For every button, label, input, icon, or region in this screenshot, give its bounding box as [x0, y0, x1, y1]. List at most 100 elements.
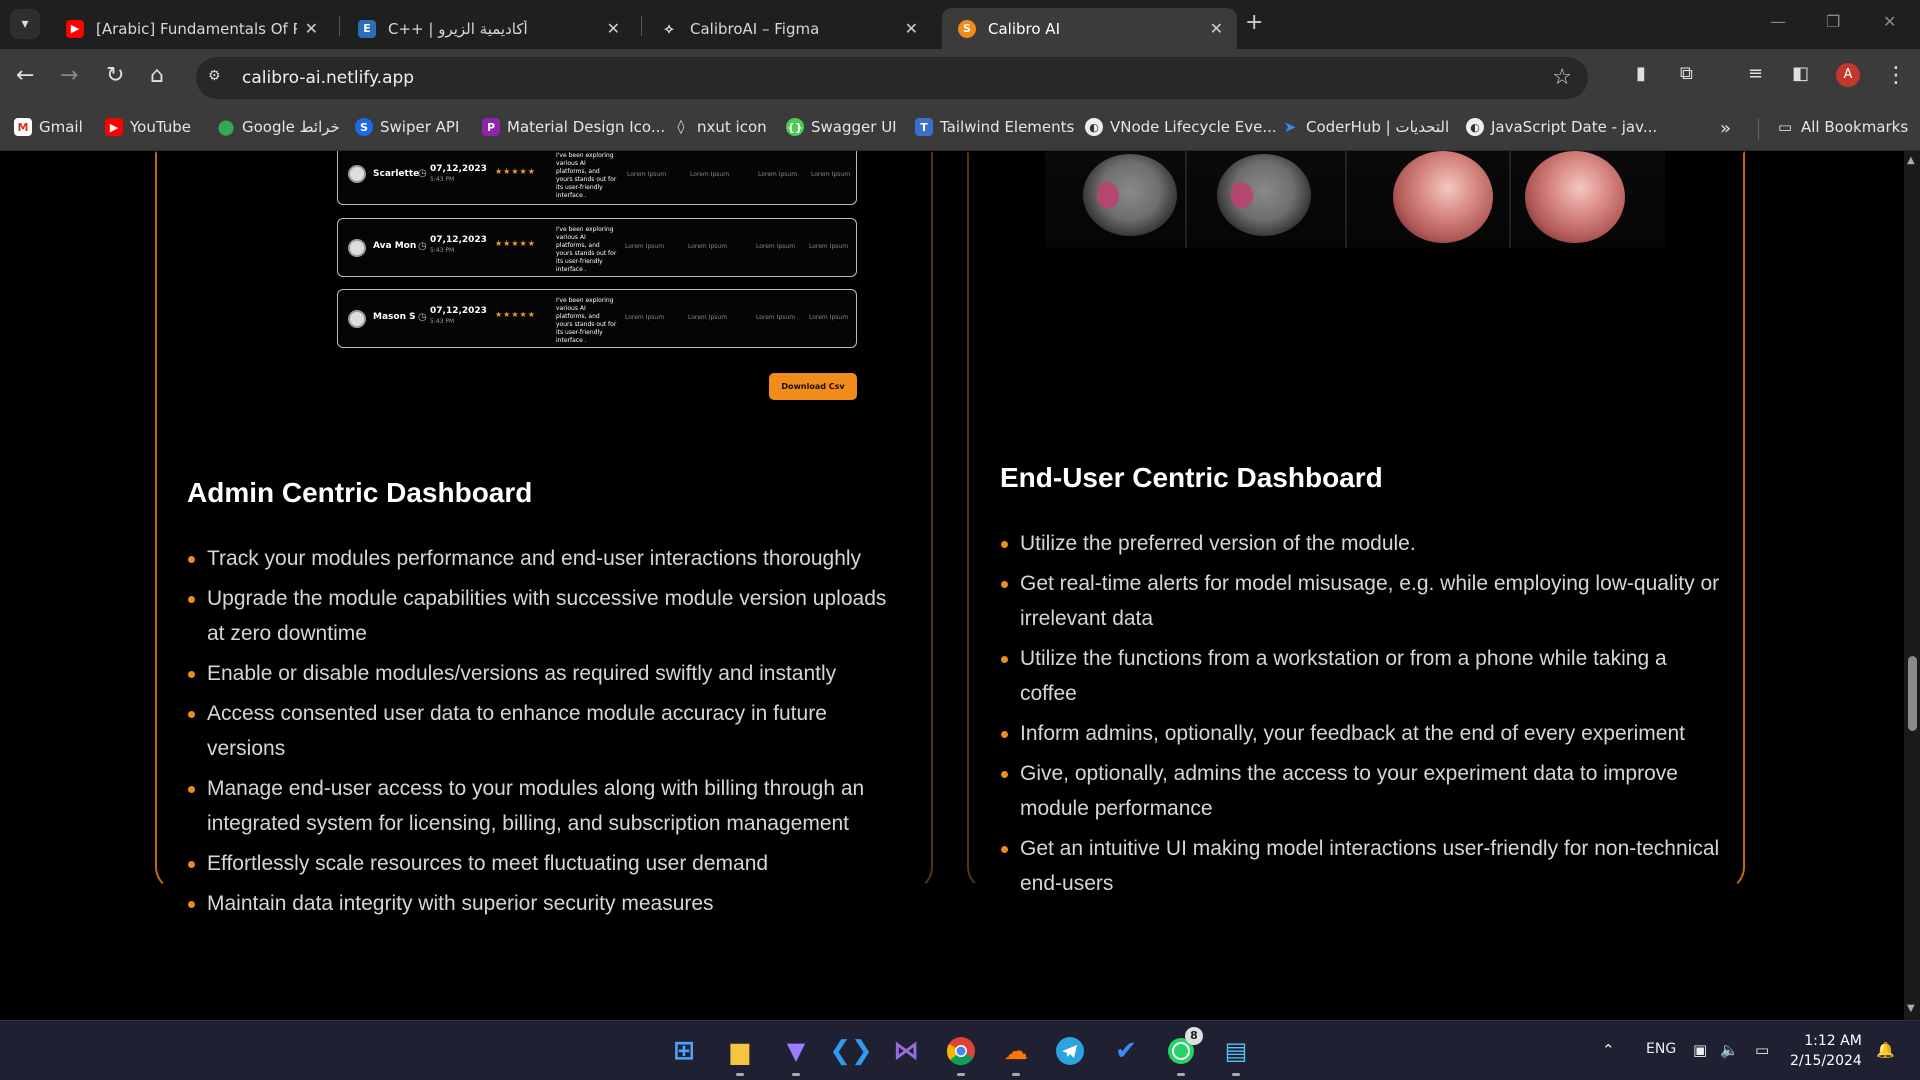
row-time: 5:43 PM: [430, 176, 455, 183]
media-control-icon[interactable]: ≡: [1748, 63, 1763, 84]
volume-icon[interactable]: 🔈: [1720, 1041, 1739, 1059]
scroll-down-arrow-icon[interactable]: ▼: [1907, 1003, 1915, 1014]
scroll-up-arrow-icon[interactable]: ▲: [1907, 155, 1915, 166]
windows-start-icon[interactable]: ⊞: [666, 1033, 702, 1069]
copy-extension-icon[interactable]: ▮: [1636, 63, 1646, 84]
language-indicator[interactable]: ENG: [1646, 1041, 1676, 1057]
file-explorer-icon[interactable]: ▆: [722, 1033, 758, 1076]
tab-cpp[interactable]: E C++ | أكاديمية الزيرو ✕: [342, 8, 634, 49]
forward-button[interactable]: →: [60, 63, 78, 88]
page-scrollbar[interactable]: ▲ ▼: [1904, 151, 1920, 1020]
scroll-thumb[interactable]: [1908, 656, 1917, 731]
todo-check-icon[interactable]: ✔: [1108, 1033, 1144, 1069]
bookmark-material-design[interactable]: P Material Design Ico...: [482, 118, 665, 136]
tab-calibro-ai[interactable]: S Calibro AI ✕: [942, 8, 1237, 49]
extensions-puzzle-icon[interactable]: ⧉: [1680, 63, 1693, 84]
close-icon[interactable]: ✕: [305, 19, 318, 38]
network-icon[interactable]: ▣: [1693, 1041, 1707, 1059]
bookmark-google-maps[interactable]: ⬤ Google خرائط: [217, 118, 340, 136]
row-cell: Lorem Ipsum: [625, 314, 665, 321]
list-item: Upgrade the module capabilities with suc…: [187, 581, 907, 651]
clock-icon: ◷: [418, 312, 427, 323]
row-time: 5:43 PM: [430, 247, 455, 254]
endoscopy-image: [1393, 151, 1493, 243]
bookmark-label: JavaScript Date - jav...: [1491, 118, 1658, 136]
coderhub-icon: ➤: [1283, 118, 1297, 136]
tab-title: [Arabic] Fundamentals Of Progr: [96, 19, 297, 38]
bookmarks-bar: M Gmail ▶ YouTube ⬤ Google خرائط S Swipe…: [0, 107, 1920, 151]
bookmark-vnode[interactable]: ◐ VNode Lifecycle Eve...: [1085, 118, 1277, 136]
row-review: I've been exploring various AI platforms…: [556, 152, 617, 199]
restore-button[interactable]: ❐: [1826, 12, 1840, 31]
list-item: Utilize the preferred version of the mod…: [1000, 526, 1720, 561]
tray-chevron-up-icon[interactable]: ⌃: [1602, 1041, 1615, 1059]
bookmark-gmail[interactable]: M Gmail: [14, 118, 83, 136]
folder-icon: ▭: [1777, 118, 1793, 136]
close-icon[interactable]: ✕: [905, 19, 918, 38]
row-cell: Lorem Ipsum: [756, 314, 796, 321]
side-panel-icon[interactable]: ◧: [1792, 63, 1809, 84]
home-button[interactable]: ⌂: [150, 63, 164, 88]
bookmark-youtube[interactable]: ▶ YouTube: [105, 118, 191, 136]
all-bookmarks-folder[interactable]: ▭ All Bookmarks: [1776, 118, 1908, 136]
bookmark-coderhub[interactable]: ➤ CoderHub | التحديات: [1281, 118, 1449, 136]
bookmark-swagger[interactable]: {} Swagger UI: [786, 118, 897, 136]
bookmark-label: CoderHub | التحديات: [1306, 118, 1450, 136]
scan-divider: [1509, 151, 1511, 248]
close-icon[interactable]: ✕: [1210, 19, 1223, 38]
bookmark-nxut[interactable]: ◊ nxut icon: [672, 118, 767, 136]
bookmark-tailwind[interactable]: T Tailwind Elements: [915, 118, 1074, 136]
site-settings-icon[interactable]: ⚙: [208, 68, 230, 88]
list-item: Effortlessly scale resources to meet flu…: [187, 846, 907, 881]
minimize-button[interactable]: —: [1770, 12, 1786, 31]
lesion-highlight: [1231, 182, 1253, 208]
vite-icon[interactable]: ▼: [778, 1033, 814, 1076]
url-text[interactable]: calibro-ai.netlify.app: [242, 68, 414, 88]
swiper-icon: S: [355, 118, 373, 136]
bookmark-label: All Bookmarks: [1801, 118, 1909, 136]
notification-bell-icon[interactable]: 🔔: [1876, 1041, 1895, 1059]
avatar: [348, 165, 366, 183]
tab-figma[interactable]: ⟡ CalibroAI – Figma ✕: [644, 8, 932, 49]
bookmark-swiper[interactable]: S Swiper API: [355, 118, 459, 136]
telegram-logo: [1056, 1037, 1084, 1065]
bookmark-star-icon[interactable]: ☆: [1552, 65, 1572, 90]
close-window-button[interactable]: ✕: [1883, 12, 1896, 31]
whatsapp-icon[interactable]: 8: [1163, 1027, 1203, 1076]
bookmark-label: Gmail: [39, 118, 83, 136]
admin-section-title: Admin Centric Dashboard: [187, 477, 533, 508]
list-item: Utilize the functions from a workstation…: [1000, 641, 1720, 711]
browser-toolbar: ← → ↻ ⌂ ⚙ calibro-ai.netlify.app ☆ ▮ ⧉ ≡…: [0, 49, 1920, 107]
tab-search-button[interactable]: ▾: [10, 9, 40, 39]
youtube-favicon-icon: ▶: [66, 19, 84, 38]
reload-button[interactable]: ↻: [106, 63, 124, 88]
running-indicator: [736, 1073, 744, 1076]
address-bar[interactable]: ⚙ calibro-ai.netlify.app ☆: [196, 57, 1588, 99]
clock-icon: ◷: [418, 168, 427, 179]
tab-title: CalibroAI – Figma: [690, 19, 820, 38]
tab-youtube-arabic[interactable]: ▶ [Arabic] Fundamentals Of Progr ✕: [50, 8, 332, 49]
row-cell: Lorem Ipsum: [688, 243, 728, 250]
globe-icon: ◐: [1466, 118, 1484, 136]
back-button[interactable]: ←: [16, 63, 34, 88]
battery-icon[interactable]: ▭: [1755, 1041, 1769, 1059]
vscode-icon[interactable]: ❮❯: [829, 1033, 873, 1069]
visual-studio-icon[interactable]: ⋈: [888, 1033, 924, 1069]
system-clock[interactable]: 1:12 AM 2/15/2024: [1790, 1031, 1862, 1071]
notepad-icon[interactable]: ▤: [1218, 1033, 1254, 1076]
profile-avatar[interactable]: A: [1836, 63, 1860, 87]
soundcloud-icon[interactable]: ☁: [998, 1033, 1034, 1076]
more-bookmarks-chevron-icon[interactable]: »: [1720, 118, 1731, 139]
row-review: I've been exploring various AI platforms…: [556, 297, 617, 343]
telegram-icon[interactable]: [1052, 1033, 1088, 1069]
download-csv-button[interactable]: Download Csv: [769, 373, 857, 400]
menu-kebab-icon[interactable]: ⋮: [1885, 63, 1907, 88]
row-cell: Lorem Ipsum: [690, 171, 730, 178]
close-icon[interactable]: ✕: [607, 19, 620, 38]
new-tab-button[interactable]: +: [1245, 10, 1263, 35]
list-item: Track your modules performance and end-u…: [187, 541, 907, 576]
figma-favicon-icon: ⟡: [664, 20, 674, 37]
chrome-icon[interactable]: [943, 1033, 979, 1076]
bookmark-javascript-date[interactable]: ◐ JavaScript Date - jav...: [1466, 118, 1657, 136]
row-name: Mason S: [373, 312, 416, 322]
